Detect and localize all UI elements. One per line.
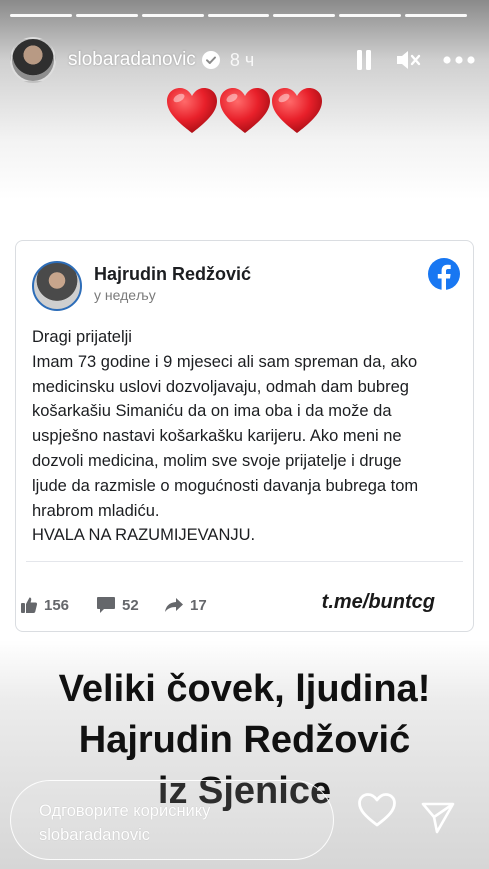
mute-icon[interactable] bbox=[395, 49, 421, 71]
comments-stat: 52 bbox=[96, 596, 139, 614]
hearts-sticker bbox=[0, 86, 489, 141]
post-date: у недељу bbox=[94, 287, 156, 303]
heart-emoji-icon bbox=[219, 88, 270, 133]
verified-badge-icon bbox=[201, 51, 220, 69]
heart-emoji-icon bbox=[271, 88, 322, 133]
post-line: HVALA NA RAZUMIJEVANJU. bbox=[32, 526, 256, 545]
post-line: ljude da razmisle o mogućnosti davanja b… bbox=[32, 476, 419, 495]
caption-line: Hajrudin Redžović bbox=[78, 719, 411, 761]
story-viewer: slobaradanovic 8 ч Hajrudin Redžović у н… bbox=[0, 0, 489, 869]
comment-icon bbox=[97, 597, 115, 613]
pause-icon[interactable] bbox=[355, 49, 373, 71]
progress-segment bbox=[141, 14, 204, 17]
telegram-link: t.me/buntcg bbox=[321, 591, 435, 613]
post-line: košarkašiu Simaniću da on ima oba i da m… bbox=[32, 402, 392, 421]
post-divider bbox=[26, 561, 463, 562]
post-line: dozvoli medicina, molim sve svoje prijat… bbox=[32, 451, 402, 470]
progress-segment bbox=[207, 14, 270, 17]
post-body-text: Dragi prijatelji Imam 73 godine i 9 mjes… bbox=[32, 325, 462, 548]
reply-input[interactable]: Одговорите кориснику slobaradanovic bbox=[10, 780, 334, 860]
post-author-avatar bbox=[32, 261, 82, 311]
post-author-name: Hajrudin Redžović bbox=[94, 264, 252, 284]
profile-avatar[interactable] bbox=[10, 37, 56, 83]
facebook-logo-icon bbox=[427, 257, 461, 296]
reply-placeholder: Одговорите кориснику slobaradanovic bbox=[39, 802, 211, 844]
likes-stat: 156 bbox=[20, 596, 69, 614]
thumbs-up-icon bbox=[21, 597, 38, 613]
story-username[interactable]: slobaradanovic bbox=[68, 49, 196, 71]
send-icon[interactable] bbox=[420, 801, 456, 840]
post-line: Dragi prijatelji bbox=[32, 328, 132, 346]
shares-count: 17 bbox=[190, 596, 207, 614]
likes-count: 156 bbox=[44, 596, 70, 614]
post-line: medicinsku uslovi dozvoljavaju, odmah da… bbox=[32, 377, 409, 396]
more-icon[interactable] bbox=[443, 56, 475, 64]
progress-segment bbox=[10, 14, 72, 17]
story-time: 8 ч bbox=[229, 49, 255, 70]
facebook-post-card: Hajrudin Redžović у недељу Dragi prijate… bbox=[15, 240, 474, 632]
caption-line: Veliki čovek, ljudina! bbox=[58, 668, 431, 710]
shares-stat: 17 bbox=[164, 597, 207, 614]
comments-count: 52 bbox=[122, 596, 139, 614]
progress-segment bbox=[75, 14, 138, 17]
progress-segment bbox=[405, 14, 468, 17]
post-line: uspješno nastavi košarkašku karijeru. Ak… bbox=[32, 427, 402, 446]
story-header: slobaradanovic 8 ч bbox=[10, 36, 475, 84]
progress-segment bbox=[273, 14, 336, 17]
story-progress-bar bbox=[10, 14, 468, 17]
heart-emoji-icon bbox=[167, 88, 218, 133]
like-heart-icon[interactable] bbox=[357, 792, 397, 833]
post-line: hrabrom mladiću. bbox=[32, 501, 160, 520]
share-arrow-icon bbox=[165, 598, 183, 612]
progress-segment bbox=[339, 14, 402, 17]
post-line: Imam 73 godine i 9 mjeseci ali sam sprem… bbox=[32, 352, 418, 371]
